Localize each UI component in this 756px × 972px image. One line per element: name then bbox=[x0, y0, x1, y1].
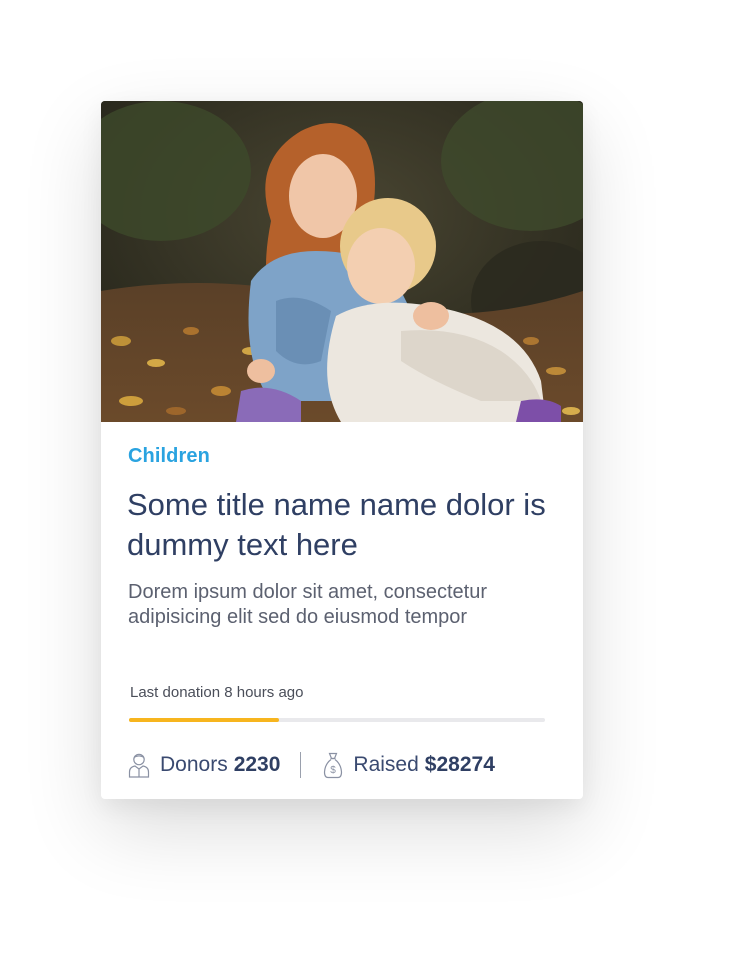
donors-label: Donors bbox=[160, 753, 228, 776]
stats-row: Donors 2230 $ Raised $28274 bbox=[128, 749, 495, 781]
last-donation-text: Last donation 8 hours ago bbox=[130, 684, 304, 701]
person-icon bbox=[128, 752, 150, 778]
stats-divider bbox=[300, 752, 302, 778]
donation-progress-fill bbox=[129, 718, 279, 722]
campaign-photo bbox=[101, 101, 583, 422]
campaign-card[interactable]: Children Some title name name dolor is d… bbox=[101, 101, 583, 799]
donation-progress-bar bbox=[129, 718, 545, 722]
donors-value: 2230 bbox=[233, 753, 281, 776]
category-label[interactable]: Children bbox=[128, 445, 210, 468]
card-title[interactable]: Some title name name dolor is dummy text… bbox=[127, 485, 557, 565]
raised-value: $28274 bbox=[424, 753, 495, 776]
raised-label: Raised bbox=[353, 753, 419, 776]
card-description: Dorem ipsum dolor sit amet, consectetur … bbox=[128, 581, 488, 628]
money-bag-icon: $ bbox=[323, 752, 343, 779]
donors-stat: Donors 2230 bbox=[128, 752, 280, 778]
svg-text:$: $ bbox=[331, 765, 337, 776]
raised-stat: $ Raised $28274 bbox=[323, 752, 495, 779]
